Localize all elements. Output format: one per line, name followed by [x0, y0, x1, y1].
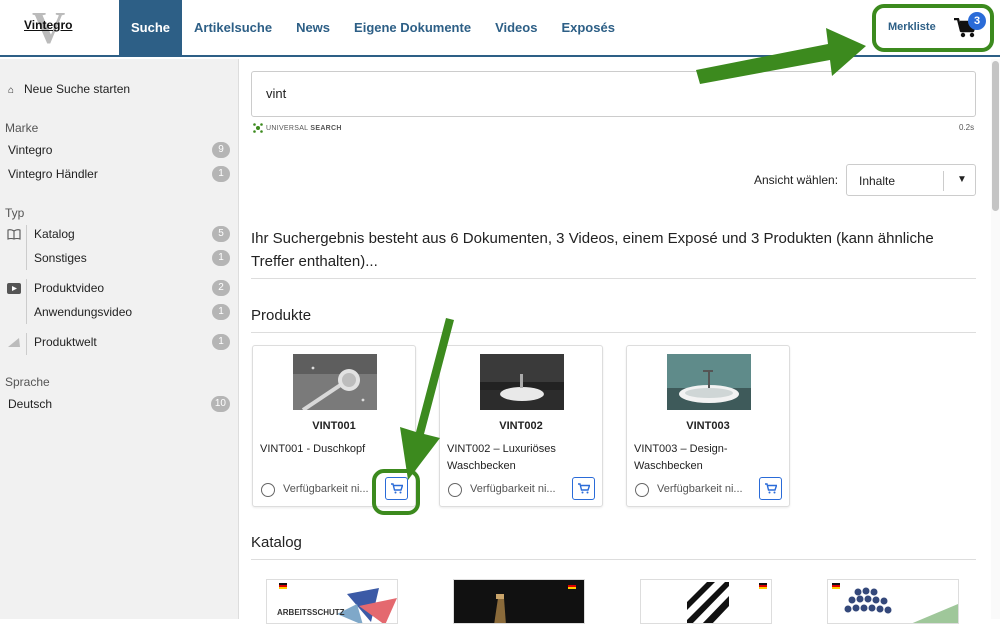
arrow-to-merkliste	[696, 28, 866, 84]
arrow-to-add-button	[400, 318, 454, 480]
page-scrollbar[interactable]	[991, 59, 1000, 619]
tutorial-arrows	[400, 28, 866, 480]
scrollbar-thumb[interactable]	[992, 61, 999, 211]
